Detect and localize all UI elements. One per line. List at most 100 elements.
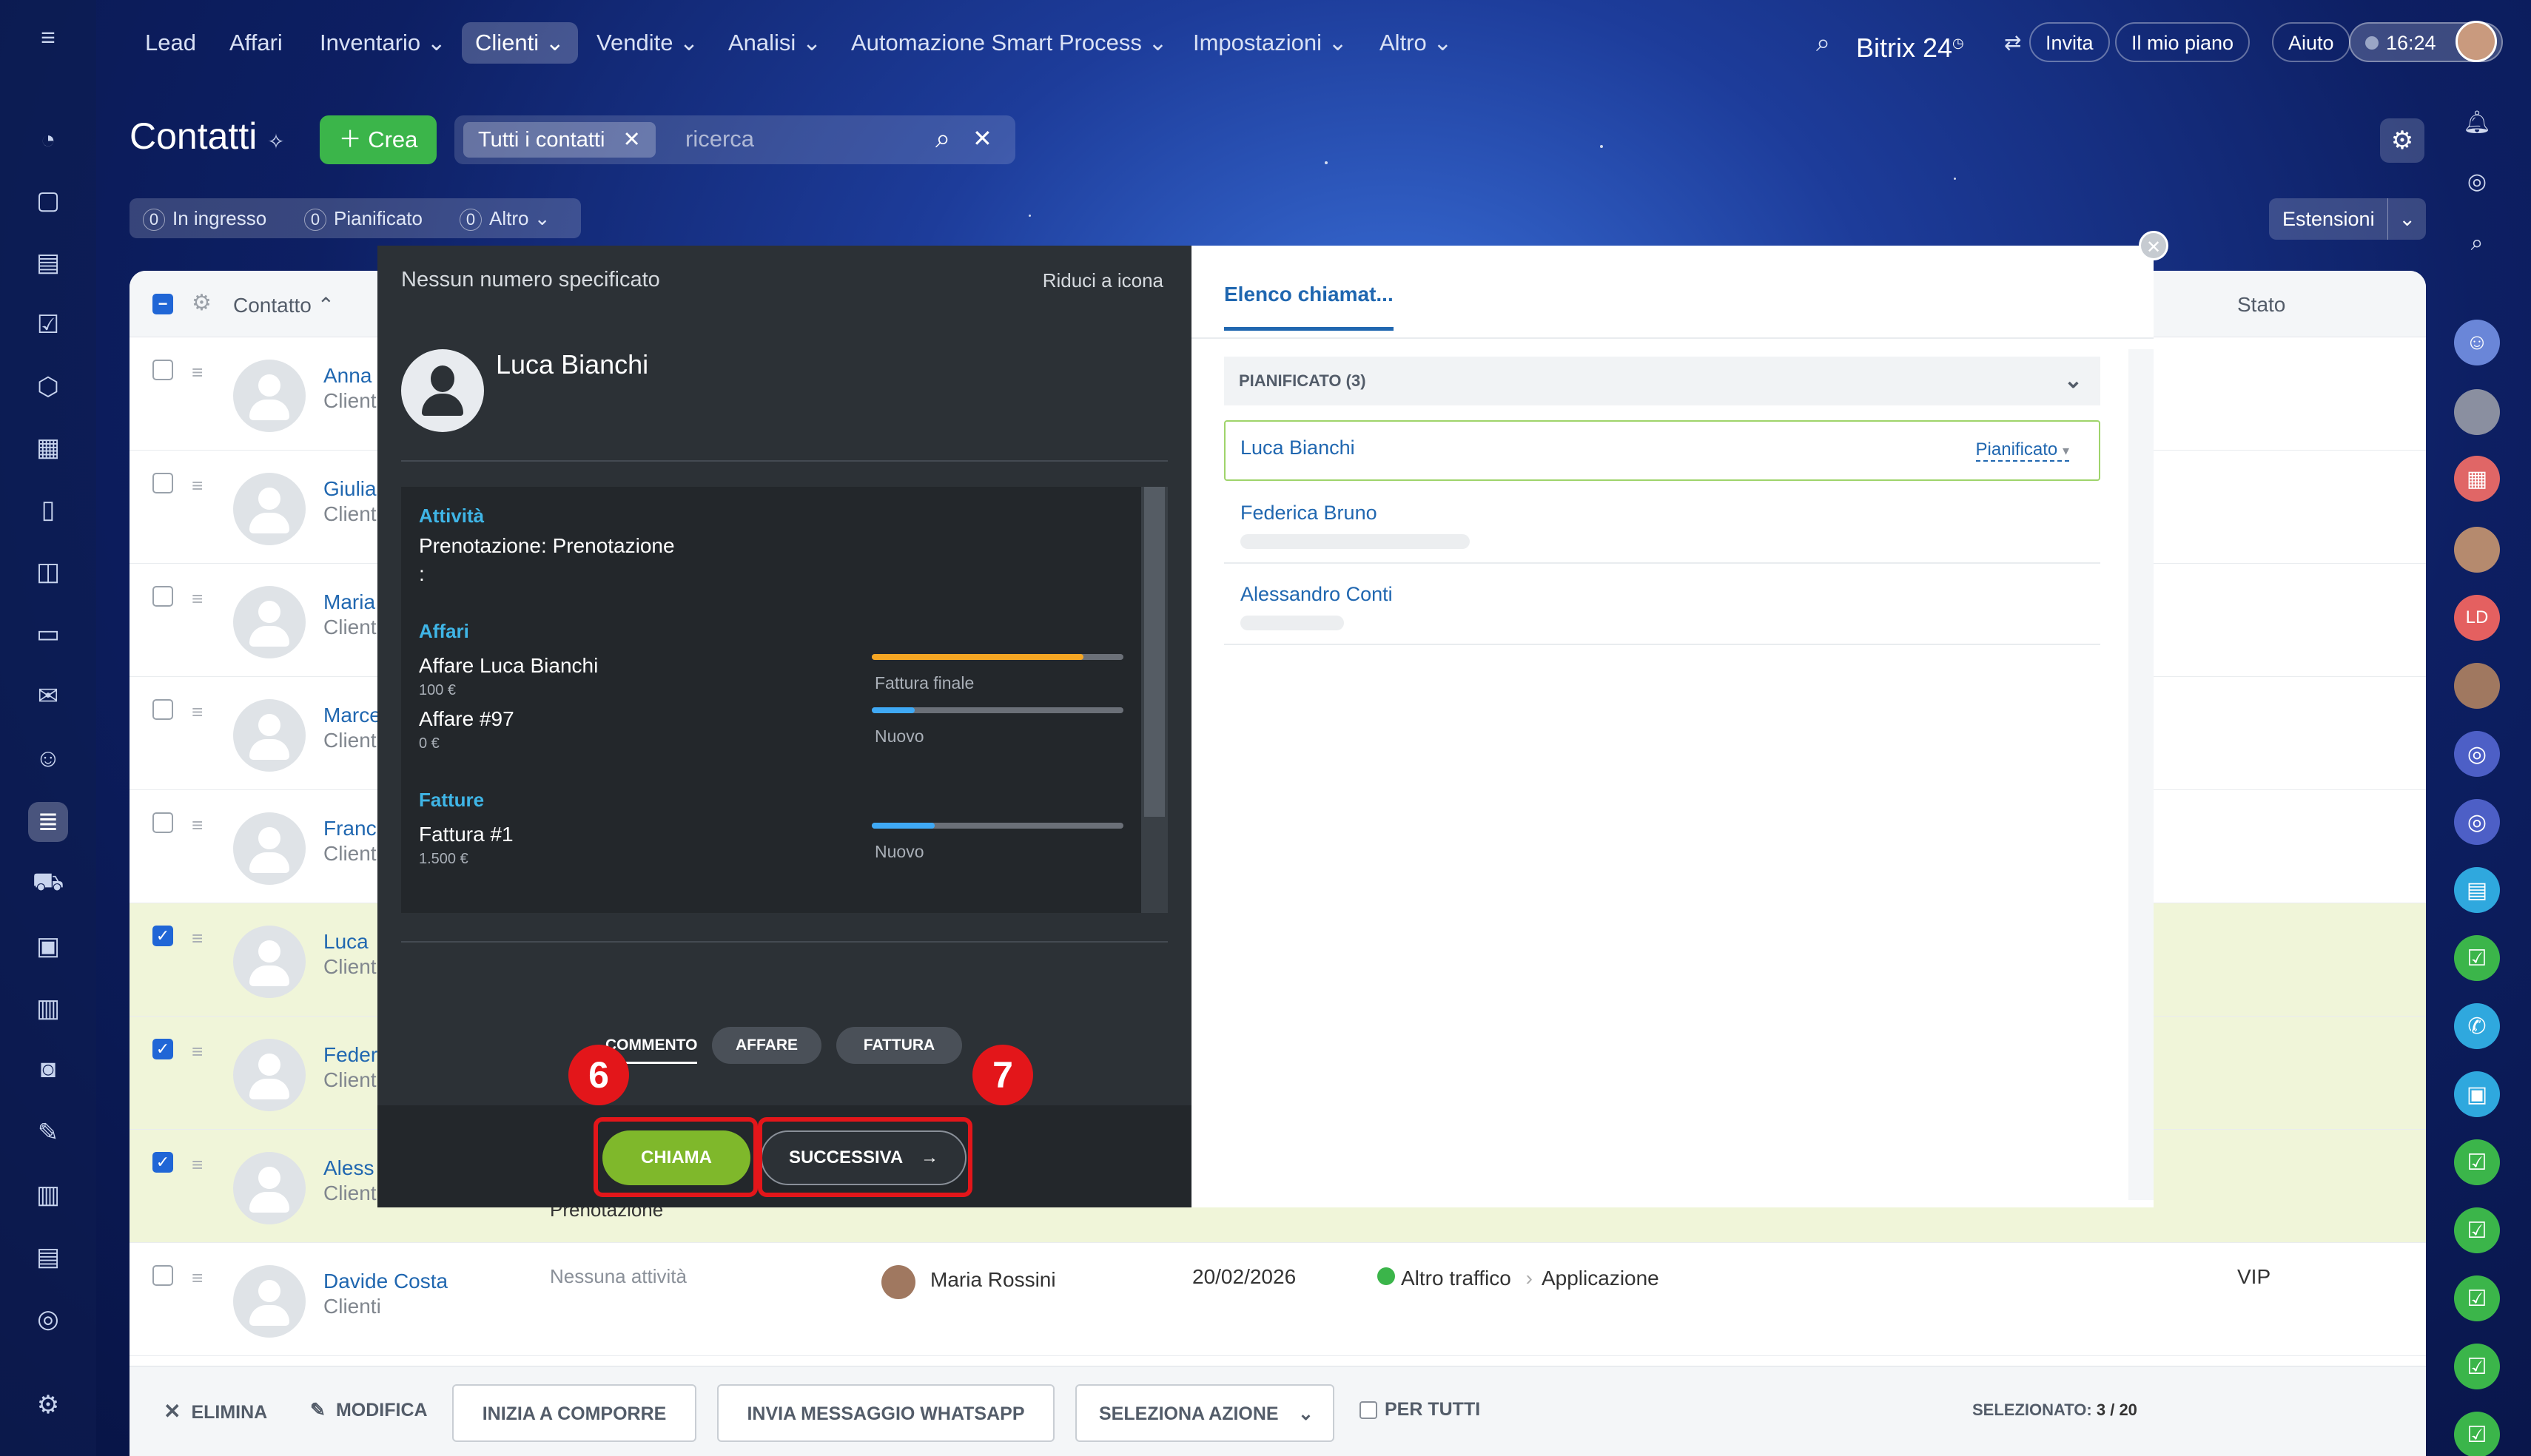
deal-name[interactable]: Affare Luca Bianchi bbox=[419, 654, 598, 678]
row-checkbox[interactable] bbox=[152, 473, 173, 493]
copilot-chat-icon[interactable]: ◎ bbox=[2454, 799, 2500, 845]
tab-deal[interactable]: AFFARE bbox=[712, 1027, 821, 1064]
copilot-chat-icon[interactable]: ◎ bbox=[2454, 731, 2500, 777]
scrollbar-thumb[interactable] bbox=[1144, 487, 1165, 817]
chevron-down-icon[interactable]: ⌄ bbox=[2064, 357, 2083, 405]
column-status[interactable]: Stato bbox=[2237, 293, 2285, 317]
tasks-icon[interactable]: ☑ bbox=[28, 305, 68, 345]
schedule-icon[interactable]: ▥ bbox=[28, 988, 68, 1028]
delete-button[interactable]: ✕ ELIMINA bbox=[164, 1399, 267, 1423]
calendar-icon[interactable]: ▦ bbox=[28, 428, 68, 468]
search-bar[interactable]: Tutti i contatti ✕ ricerca ⌕ ✕ bbox=[454, 115, 1015, 164]
invoice-name[interactable]: Fattura #1 bbox=[419, 823, 514, 846]
scrollbar[interactable] bbox=[1141, 487, 1168, 913]
nav-altro[interactable]: Altro ⌄ bbox=[1366, 22, 1465, 64]
storage-icon[interactable]: ▭ bbox=[28, 614, 68, 654]
search-icon[interactable]: ⌕ bbox=[1803, 22, 1843, 64]
group-header[interactable]: PIANIFICATO (3) ⌄ bbox=[1224, 357, 2100, 405]
task-chat-icon[interactable]: ☑ bbox=[2454, 935, 2500, 981]
mail-icon[interactable]: ✉ bbox=[28, 676, 68, 716]
tab-invoice[interactable]: FATTURA bbox=[836, 1027, 962, 1064]
document-icon[interactable]: ▤ bbox=[28, 243, 68, 283]
phone-icon[interactable]: ✆ bbox=[2454, 1003, 2500, 1049]
call-item[interactable]: Federica Bruno bbox=[1224, 487, 2100, 564]
chat-icon[interactable]: ▢ bbox=[28, 181, 68, 220]
sync-icon[interactable]: ⇄ bbox=[1991, 22, 2034, 64]
nav-automazione[interactable]: Automazione Smart Process ⌄ bbox=[838, 22, 1180, 64]
task-chat-icon[interactable]: ☑ bbox=[2454, 1344, 2500, 1389]
contact-name[interactable]: Feder bbox=[323, 1043, 377, 1067]
notifications-icon[interactable]: 🔔︎ bbox=[2454, 99, 2500, 145]
nav-lead[interactable]: Lead bbox=[132, 22, 209, 64]
contacts-icon[interactable]: ☺ bbox=[28, 738, 68, 778]
settings-icon[interactable]: ⚙ bbox=[28, 1385, 68, 1425]
chevron-down-icon[interactable]: ⌄ bbox=[2387, 198, 2416, 240]
row-checkbox[interactable] bbox=[152, 360, 173, 380]
nav-analisi[interactable]: Analisi ⌄ bbox=[715, 22, 835, 64]
group-avatar[interactable]: ☺ bbox=[2454, 320, 2500, 365]
for-all-checkbox[interactable]: PER TUTTI bbox=[1359, 1399, 1480, 1420]
drag-handle-icon[interactable]: ≡ bbox=[192, 1153, 214, 1176]
task-chat-icon[interactable]: ☑ bbox=[2454, 1412, 2500, 1456]
column-settings-icon[interactable]: ⚙ bbox=[192, 290, 212, 316]
task-chat-icon[interactable]: ☑ bbox=[2454, 1139, 2500, 1185]
news-icon[interactable]: ▣ bbox=[28, 926, 68, 966]
extensions-button[interactable]: Estensioni ⌄ bbox=[2269, 198, 2426, 240]
robot-icon[interactable]: ◙ bbox=[28, 1049, 68, 1089]
edit-button[interactable]: ✎ MODIFICA bbox=[310, 1399, 428, 1421]
contact-name[interactable]: Luca bbox=[323, 930, 369, 954]
help-button[interactable]: Aiuto bbox=[2272, 22, 2350, 62]
drag-handle-icon[interactable]: ≡ bbox=[192, 1040, 214, 1063]
cart-icon[interactable]: ⛟ bbox=[28, 864, 68, 904]
drag-handle-icon[interactable]: ≡ bbox=[192, 701, 214, 724]
drag-handle-icon[interactable]: ≡ bbox=[192, 1267, 214, 1290]
column-contact[interactable]: Contatto ⌃ bbox=[233, 293, 335, 317]
scrollbar[interactable] bbox=[2128, 349, 2154, 1200]
last-row-responsible[interactable]: Maria Rossini bbox=[930, 1268, 1056, 1292]
whatsapp-button[interactable]: INVIA MESSAGGIO WHATSAPP bbox=[717, 1384, 1055, 1442]
select-action-dropdown[interactable]: SELEZIONA AZIONE ⌄ bbox=[1075, 1384, 1334, 1442]
contact-name[interactable]: Luca Bianchi bbox=[496, 349, 648, 380]
drive-icon[interactable]: ▯ bbox=[28, 490, 68, 530]
invite-button[interactable]: Invita bbox=[2029, 22, 2110, 62]
user-avatar-ld[interactable]: LD bbox=[2454, 595, 2500, 641]
minimize-button[interactable]: Riduci a icona bbox=[1043, 269, 1163, 292]
nav-vendite[interactable]: Vendite ⌄ bbox=[583, 22, 712, 64]
nav-inventario[interactable]: Inventario ⌄ bbox=[306, 22, 460, 64]
row-checkbox[interactable]: ✓ bbox=[152, 1039, 173, 1059]
clear-icon[interactable]: ✕ bbox=[972, 124, 992, 152]
drag-handle-icon[interactable]: ≡ bbox=[192, 814, 214, 837]
table-row[interactable]: ≡ Davide Costa Clienti bbox=[130, 1243, 2426, 1356]
row-checkbox[interactable] bbox=[152, 586, 173, 607]
inventory-icon[interactable]: ▤ bbox=[28, 1237, 68, 1277]
call-item-name[interactable]: Federica Bruno bbox=[1240, 502, 1377, 525]
task-chat-icon[interactable]: ☑ bbox=[2454, 1207, 2500, 1253]
close-icon[interactable]: ✕ bbox=[2139, 231, 2168, 260]
contact-name[interactable]: Maria bbox=[323, 590, 375, 614]
chat-icon[interactable]: ▤ bbox=[2454, 867, 2500, 913]
drag-handle-icon[interactable]: ≡ bbox=[192, 361, 214, 384]
drag-handle-icon[interactable]: ≡ bbox=[192, 927, 214, 950]
drag-handle-icon[interactable]: ≡ bbox=[192, 474, 214, 497]
start-dial-button[interactable]: INIZIA A COMPORRE bbox=[452, 1384, 696, 1442]
call-item-active[interactable]: Luca Bianchi Pianificato ▾ bbox=[1224, 420, 2100, 481]
contact-name[interactable]: Davide Costa bbox=[323, 1270, 448, 1293]
contact-name[interactable]: Aless bbox=[323, 1156, 374, 1180]
projects-icon[interactable]: ⬡ bbox=[28, 367, 68, 407]
nav-clienti[interactable]: Clienti ⌄ bbox=[462, 22, 578, 64]
close-icon[interactable]: ✕ bbox=[622, 128, 640, 152]
activity-text[interactable]: Prenotazione: Prenotazione bbox=[419, 534, 675, 558]
counter-incoming[interactable]: 0 In ingresso bbox=[143, 207, 266, 231]
search-chat-icon[interactable]: ⌕ bbox=[2454, 220, 2500, 266]
call-item-status[interactable]: Pianificato ▾ bbox=[1975, 439, 2069, 462]
menu-icon[interactable]: ≡ bbox=[28, 18, 68, 58]
crm-icon[interactable]: ≣ bbox=[28, 802, 68, 842]
contact-name[interactable]: Franc bbox=[323, 817, 377, 840]
user-avatar[interactable] bbox=[2454, 663, 2500, 709]
target-icon[interactable]: ◎ bbox=[28, 1299, 68, 1339]
nav-affari[interactable]: Affari bbox=[216, 22, 296, 64]
row-checkbox[interactable]: ✓ bbox=[152, 1152, 173, 1173]
row-checkbox[interactable] bbox=[152, 812, 173, 833]
user-avatar[interactable] bbox=[2454, 527, 2500, 573]
user-avatar[interactable] bbox=[2456, 21, 2497, 62]
